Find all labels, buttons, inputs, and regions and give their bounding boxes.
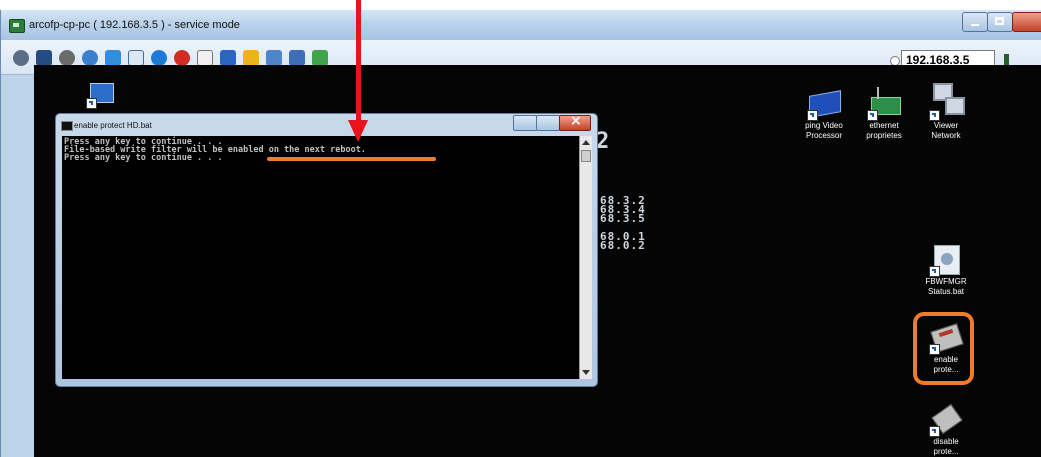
computer-icon[interactable] bbox=[86, 79, 116, 109]
stop-icon[interactable] bbox=[174, 50, 190, 66]
cog-icon[interactable] bbox=[59, 50, 75, 66]
info-icon[interactable] bbox=[151, 50, 167, 66]
ethernet-card-icon bbox=[867, 87, 901, 121]
network-icon[interactable] bbox=[266, 50, 282, 66]
desktop-icon-disable-protect[interactable]: disable prote... bbox=[916, 403, 976, 457]
annotation-underline bbox=[267, 157, 436, 161]
maximize-button[interactable] bbox=[987, 12, 1013, 32]
console-close-button[interactable] bbox=[559, 113, 591, 131]
fullscreen-icon[interactable] bbox=[36, 50, 52, 66]
console-scrollbar[interactable] bbox=[579, 136, 592, 379]
folder-icon[interactable] bbox=[243, 50, 259, 66]
desktop-bg-ip-5: 68.0.2 bbox=[600, 239, 646, 252]
console-maximize-button[interactable] bbox=[536, 115, 560, 131]
console-window[interactable]: enable protect HD.bat Press any key to c… bbox=[55, 113, 598, 387]
annotation-arrow-shaft bbox=[356, 0, 361, 124]
file-close-icon[interactable] bbox=[197, 50, 213, 66]
chat-icon[interactable] bbox=[312, 50, 328, 66]
annotation-highlight-box bbox=[913, 312, 974, 385]
window-title: arcofp-cp-pc ( 192.168.3.5 ) - service m… bbox=[29, 19, 240, 31]
remote-app-icon bbox=[9, 19, 25, 33]
scroll-down-arrow-icon[interactable] bbox=[582, 370, 590, 375]
video-processor-icon bbox=[807, 87, 841, 121]
desktop-icon-ethernet[interactable]: ethernet proprietes bbox=[854, 87, 914, 141]
batch-file-gear-icon bbox=[929, 243, 963, 277]
network-monitors-icon bbox=[929, 83, 965, 121]
hard-drive-icon bbox=[929, 403, 963, 437]
console-output[interactable]: Press any key to continue . . . File-base… bbox=[62, 136, 579, 379]
close-button[interactable] bbox=[1012, 12, 1041, 32]
desktop-bg-ip-3: 68.3.5 bbox=[600, 212, 646, 225]
desktop-icon-ping-video[interactable]: ping Video Processor bbox=[794, 87, 854, 141]
desktop-bg-number: 2 bbox=[596, 129, 611, 154]
desktop-icon-viewer-network[interactable]: Viewer Network bbox=[916, 83, 976, 141]
window-controls bbox=[962, 12, 1041, 32]
windows-icon[interactable] bbox=[105, 50, 121, 66]
annotation-arrow-head-icon bbox=[348, 120, 368, 142]
display-icon[interactable] bbox=[220, 50, 236, 66]
cmd-icon bbox=[61, 121, 73, 131]
console-minimize-button[interactable] bbox=[513, 115, 537, 131]
console-window-controls bbox=[513, 113, 591, 131]
refresh-icon[interactable] bbox=[82, 50, 98, 66]
scroll-thumb[interactable] bbox=[581, 150, 591, 162]
desktop-icon-fbwfmgr-status[interactable]: FBWFMGR Status.bat bbox=[916, 243, 976, 297]
minimize-button[interactable] bbox=[962, 12, 988, 32]
scroll-up-arrow-icon[interactable] bbox=[582, 140, 590, 145]
monitor-settings-icon[interactable] bbox=[289, 50, 305, 66]
console-title: enable protect HD.bat bbox=[74, 121, 152, 130]
settings-gear-icon[interactable] bbox=[13, 50, 29, 66]
monitor-icon[interactable] bbox=[128, 50, 144, 66]
title-bar[interactable]: arcofp-cp-pc ( 192.168.3.5 ) - service m… bbox=[1, 10, 1041, 40]
